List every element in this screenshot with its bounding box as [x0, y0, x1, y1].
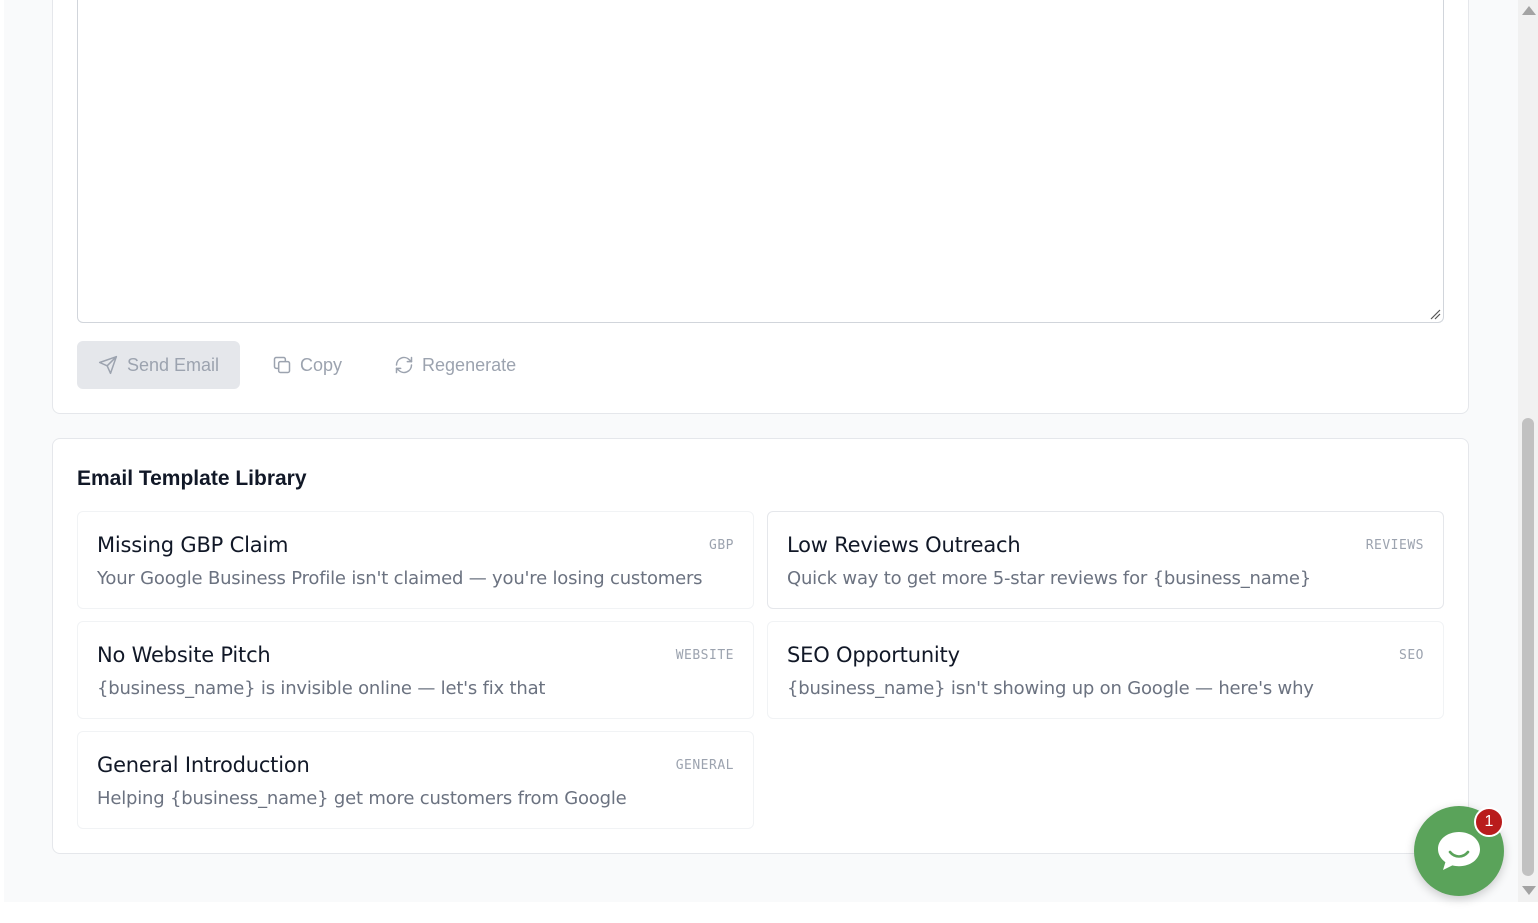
- email-composer-card: Send Email Copy Regenerate: [52, 0, 1469, 414]
- template-card-seo[interactable]: SEO Opportunity SEO {business_name} isn'…: [767, 621, 1444, 719]
- scroll-up-arrow-icon[interactable]: [1522, 6, 1536, 15]
- template-subject: Quick way to get more 5-star reviews for…: [787, 568, 1312, 589]
- scrollbar-thumb[interactable]: [1522, 418, 1534, 876]
- template-library-card: Email Template Library Missing GBP Claim…: [52, 438, 1469, 854]
- template-tag: WEBSITE: [675, 648, 734, 663]
- template-tag: GENERAL: [675, 758, 734, 773]
- template-subject: Your Google Business Profile isn't claim…: [97, 568, 703, 589]
- library-title: Email Template Library: [77, 467, 307, 490]
- send-icon: [98, 355, 118, 375]
- scroll-down-arrow-icon[interactable]: [1522, 886, 1536, 895]
- regenerate-label: Regenerate: [422, 354, 517, 375]
- template-title: SEO Opportunity: [787, 643, 960, 667]
- email-body-textarea[interactable]: [77, 0, 1444, 323]
- copy-label: Copy: [300, 354, 343, 375]
- copy-icon: [273, 356, 291, 374]
- template-subject: {business_name} is invisible online — le…: [97, 678, 546, 699]
- template-title: Missing GBP Claim: [97, 533, 289, 557]
- template-title: Low Reviews Outreach: [787, 533, 1021, 557]
- template-subject: Helping {business_name} get more custome…: [97, 788, 627, 809]
- send-email-label: Send Email: [126, 354, 220, 375]
- regenerate-button[interactable]: Regenerate: [394, 341, 516, 389]
- template-tag: SEO: [1399, 648, 1424, 663]
- template-tag: GBP: [709, 538, 734, 553]
- refresh-icon: [395, 356, 413, 374]
- template-card-website[interactable]: No Website Pitch WEBSITE {business_name}…: [77, 621, 754, 719]
- resize-grip-icon[interactable]: [1429, 308, 1441, 320]
- template-title: No Website Pitch: [97, 643, 271, 667]
- bottom-edge: [0, 902, 1538, 923]
- composer-actions: Send Email Copy Regenerate: [77, 341, 516, 389]
- template-card-reviews[interactable]: Low Reviews Outreach REVIEWS Quick way t…: [767, 511, 1444, 609]
- template-subject: {business_name} isn't showing up on Goog…: [787, 678, 1314, 699]
- template-tag: REVIEWS: [1365, 538, 1424, 553]
- copy-button[interactable]: Copy: [272, 341, 342, 389]
- send-email-button[interactable]: Send Email: [77, 341, 240, 389]
- template-card-gbp[interactable]: Missing GBP Claim GBP Your Google Busine…: [77, 511, 754, 609]
- chat-notification-badge: 1: [1474, 807, 1504, 837]
- template-card-general[interactable]: General Introduction GENERAL Helping {bu…: [77, 731, 754, 829]
- vertical-scrollbar[interactable]: [1518, 0, 1538, 902]
- chat-bubble-icon: [1438, 832, 1480, 870]
- template-title: General Introduction: [97, 753, 310, 777]
